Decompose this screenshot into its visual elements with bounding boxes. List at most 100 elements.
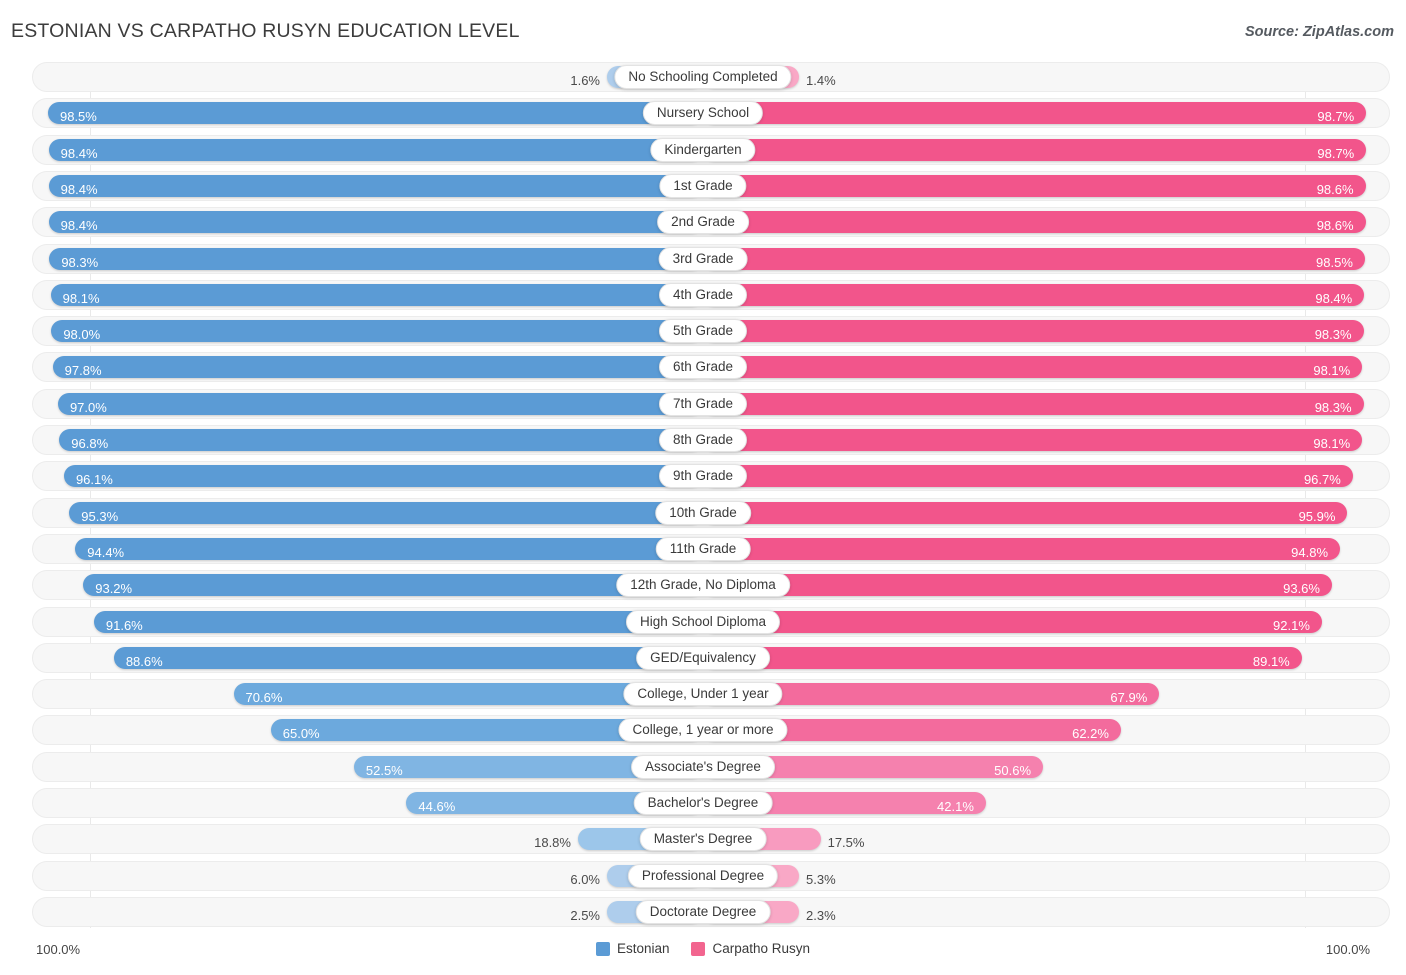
- bar-value-carpatho-rusyn: 98.3%: [1314, 327, 1352, 343]
- bar-estonian: 98.5%: [47, 102, 703, 125]
- legend-item: Carpatho Rusyn: [691, 941, 810, 956]
- chart-row: 96.1% 96.7% 9th Grade: [0, 461, 1406, 492]
- bar-value-estonian: 97.0%: [69, 399, 107, 415]
- chart-row: 2.5% 2.3% Doctorate Degree: [0, 896, 1406, 927]
- category-label: 9th Grade: [658, 464, 748, 489]
- bar-value-carpatho-rusyn: 17.5%: [827, 835, 865, 851]
- bar-value-carpatho-rusyn: 92.1%: [1273, 617, 1310, 633]
- bar-carpatho-rusyn: 94.8%: [703, 537, 1341, 560]
- chart-row: 65.0% 62.2% College, 1 year or more: [0, 715, 1406, 746]
- bar-value-carpatho-rusyn: 93.6%: [1283, 581, 1320, 597]
- bar-estonian: 93.2%: [83, 574, 703, 597]
- bar-value-estonian: 98.4%: [60, 218, 98, 234]
- category-label: 10th Grade: [655, 500, 751, 525]
- bar-value-carpatho-rusyn: 1.4%: [806, 73, 836, 88]
- bar-value-estonian: 65.0%: [282, 726, 320, 742]
- bar-carpatho-rusyn: 98.1%: [703, 429, 1363, 451]
- bar-value-carpatho-rusyn: 98.5%: [1316, 254, 1353, 270]
- bar-carpatho-rusyn: 98.6%: [703, 174, 1366, 197]
- bar-value-estonian: 91.6%: [105, 617, 143, 633]
- category-label: No Schooling Completed: [614, 65, 792, 89]
- bar-estonian: 88.6%: [113, 646, 703, 669]
- bar-value-carpatho-rusyn: 98.6%: [1316, 181, 1354, 197]
- bar-estonian: 96.8%: [59, 429, 703, 451]
- chart-page: ESTONIAN VS CARPATHO RUSYN EDUCATION LEV…: [0, 0, 1406, 975]
- category-label: 8th Grade: [658, 428, 748, 452]
- bar-value-estonian: 98.4%: [60, 181, 98, 197]
- category-label: Doctorate Degree: [635, 899, 771, 924]
- bar-estonian: 98.3%: [49, 247, 703, 270]
- chart-row: 95.3% 95.9% 10th Grade: [0, 497, 1406, 528]
- chart-row: 97.8% 98.1% 6th Grade: [0, 352, 1406, 383]
- bar-value-estonian: 97.8%: [64, 363, 102, 379]
- chart-row: 18.8% 17.5% Master's Degree: [0, 824, 1406, 855]
- category-label: 6th Grade: [658, 355, 748, 380]
- bar-value-carpatho-rusyn: 98.7%: [1317, 145, 1355, 161]
- bar-value-carpatho-rusyn: 42.1%: [937, 799, 974, 814]
- bar-carpatho-rusyn: 98.3%: [703, 320, 1364, 343]
- chart-row: 1.6% 1.4% No Schooling Completed: [0, 62, 1406, 92]
- bar-estonian: 94.4%: [75, 537, 703, 560]
- bar-estonian: 98.0%: [51, 320, 703, 343]
- bar-value-estonian: 98.5%: [59, 109, 97, 125]
- bar-carpatho-rusyn: 96.7%: [703, 465, 1353, 488]
- bar-value-carpatho-rusyn: 95.9%: [1298, 508, 1336, 524]
- bar-value-estonian: 94.4%: [87, 544, 125, 560]
- diverging-bar-chart: 1.6% 1.4% No Schooling Completed 98.5% 98.7%…: [0, 62, 1406, 934]
- bar-carpatho-rusyn: 92.1%: [703, 610, 1322, 633]
- bar-carpatho-rusyn: 98.3%: [703, 392, 1364, 415]
- legend-label: Estonian: [616, 941, 670, 956]
- bar-value-estonian: 52.5%: [365, 762, 403, 778]
- bar-value-estonian: 1.6%: [570, 73, 600, 88]
- bar-carpatho-rusyn: 98.6%: [703, 211, 1366, 234]
- bar-value-carpatho-rusyn: 98.1%: [1313, 436, 1351, 451]
- bar-value-estonian: 70.6%: [245, 690, 283, 706]
- bar-value-carpatho-rusyn: 62.2%: [1072, 726, 1109, 742]
- category-label: Kindergarten: [650, 137, 756, 162]
- legend-swatch-icon: [595, 941, 610, 956]
- bar-value-carpatho-rusyn: 98.4%: [1315, 290, 1353, 306]
- bar-value-estonian: 96.8%: [71, 436, 109, 451]
- bar-value-carpatho-rusyn: 98.7%: [1317, 109, 1355, 125]
- bar-value-carpatho-rusyn: 50.6%: [994, 762, 1032, 778]
- bar-value-carpatho-rusyn: 2.3%: [806, 907, 836, 923]
- bar-carpatho-rusyn: 89.1%: [703, 646, 1302, 669]
- chart-row: 88.6% 89.1% GED/Equivalency: [0, 642, 1406, 673]
- bar-carpatho-rusyn: 98.7%: [703, 138, 1367, 161]
- bar-value-estonian: 2.5%: [570, 907, 600, 923]
- legend-label: Carpatho Rusyn: [712, 941, 811, 956]
- bar-value-estonian: 98.0%: [63, 327, 101, 343]
- bar-estonian: 97.8%: [52, 356, 703, 379]
- bar-estonian: 98.4%: [48, 211, 703, 234]
- bar-value-carpatho-rusyn: 96.7%: [1303, 472, 1341, 488]
- chart-row: 98.0% 98.3% 5th Grade: [0, 316, 1406, 347]
- chart-row: 98.4% 98.7% Kindergarten: [0, 134, 1406, 165]
- bar-value-estonian: 88.6%: [125, 653, 163, 669]
- category-label: 11th Grade: [655, 536, 751, 561]
- source-attribution: Source: ZipAtlas.com: [1244, 24, 1394, 40]
- bar-estonian: 91.6%: [93, 610, 703, 633]
- chart-footer: 100.0% 100.0% Estonian Carpatho Rusyn: [0, 938, 1406, 968]
- category-label: 2nd Grade: [657, 210, 749, 235]
- bar-carpatho-rusyn: 98.7%: [703, 102, 1367, 125]
- chart-row: 97.0% 98.3% 7th Grade: [0, 388, 1406, 419]
- chart-row: 98.5% 98.7% Nursery School: [0, 98, 1406, 129]
- bar-value-carpatho-rusyn: 5.3%: [806, 871, 836, 887]
- chart-row: 98.1% 98.4% 4th Grade: [0, 279, 1406, 310]
- category-label: GED/Equivalency: [636, 645, 770, 670]
- bar-value-estonian: 98.4%: [60, 145, 98, 161]
- chart-row: 52.5% 50.6% Associate's Degree: [0, 751, 1406, 782]
- bar-carpatho-rusyn: 98.4%: [703, 283, 1365, 306]
- category-label: 3rd Grade: [658, 246, 748, 271]
- bar-value-estonian: 98.3%: [61, 254, 99, 270]
- chart-row: 91.6% 92.1% High School Diploma: [0, 606, 1406, 637]
- bar-value-estonian: 95.3%: [81, 508, 119, 524]
- bar-carpatho-rusyn: 98.5%: [703, 247, 1365, 270]
- legend-swatch-icon: [691, 941, 706, 956]
- bar-value-estonian: 6.0%: [570, 871, 600, 887]
- chart-row: 44.6% 42.1% Bachelor's Degree: [0, 788, 1406, 818]
- bar-carpatho-rusyn: 95.9%: [703, 501, 1348, 524]
- bar-value-estonian: 96.1%: [75, 472, 113, 488]
- category-label: Professional Degree: [627, 863, 779, 888]
- category-label: College, 1 year or more: [618, 718, 788, 743]
